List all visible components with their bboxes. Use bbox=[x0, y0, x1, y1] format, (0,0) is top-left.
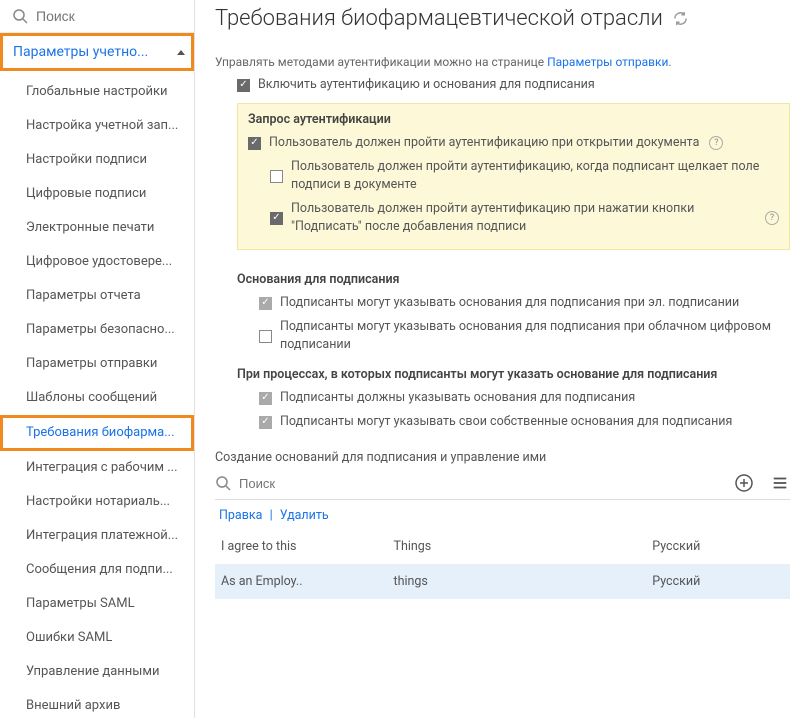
sidebar-item[interactable]: Настройки нотариаль... bbox=[0, 485, 194, 519]
sidebar-item[interactable]: Настройка учетной зап... bbox=[0, 109, 194, 143]
sidebar-item[interactable]: Управление данными bbox=[0, 655, 194, 689]
sidebar-item[interactable]: Внешний архив bbox=[0, 689, 194, 718]
sidebar-search[interactable] bbox=[0, 0, 194, 33]
checkbox-icon[interactable]: ✓ bbox=[248, 137, 261, 150]
sidebar-nav: Глобальные настройкиНастройка учетной за… bbox=[0, 71, 194, 718]
checkbox-icon[interactable] bbox=[259, 330, 272, 343]
intro-text: Управлять методами аутентификации можно … bbox=[215, 37, 790, 73]
chevron-up-icon bbox=[177, 50, 185, 55]
sidebar-item[interactable]: Интеграция платежной... bbox=[0, 519, 194, 553]
sidebar-item[interactable]: Параметры отчета bbox=[0, 279, 194, 313]
sidebar-item[interactable]: Требования биофарма... bbox=[0, 415, 194, 451]
sidebar-item[interactable]: Настройки подписи bbox=[0, 143, 194, 177]
sidebar-item[interactable]: Глобальные настройки bbox=[0, 75, 194, 109]
sidebar-search-input[interactable] bbox=[36, 8, 195, 24]
refresh-icon[interactable] bbox=[673, 11, 689, 27]
reasons-search-input[interactable] bbox=[239, 476, 415, 491]
reasons-title: Основания для подписания bbox=[215, 262, 790, 291]
help-icon[interactable]: ? bbox=[709, 136, 723, 150]
sidebar-section-header[interactable]: Параметры учетно... bbox=[0, 33, 194, 71]
sidebar: Параметры учетно... Глобальные настройки… bbox=[0, 0, 195, 718]
auth-title: Запрос аутентификации bbox=[248, 112, 779, 131]
table-cell: As an Employ.. bbox=[215, 564, 388, 599]
sidebar-item[interactable]: Электронные печати bbox=[0, 211, 194, 245]
sidebar-item[interactable]: Параметры безопасно... bbox=[0, 313, 194, 347]
sidebar-item[interactable]: Ошибки SAML bbox=[0, 621, 194, 655]
reasons-table: I agree to thisThingsРусскийAs an Employ… bbox=[215, 529, 790, 599]
enable-auth-label: Включить аутентификацию и основания для … bbox=[258, 76, 595, 94]
reasons-esign-row[interactable]: ✓ Подписанты могут указывать основания д… bbox=[215, 291, 790, 315]
checkbox-icon[interactable] bbox=[270, 170, 283, 183]
table-cell: I agree to this bbox=[215, 529, 388, 564]
reasons-mgmt-header: Создание оснований для подписания и упра… bbox=[215, 434, 790, 471]
table-cell: Русский bbox=[646, 529, 790, 564]
search-icon bbox=[215, 475, 231, 491]
enforce-custom-row[interactable]: ✓ Подписанты могут указывать свои собств… bbox=[215, 410, 790, 434]
table-row[interactable]: As an Employ..thingsРусский bbox=[215, 564, 790, 599]
edit-link[interactable]: Правка bbox=[219, 508, 262, 523]
reasons-toolbar bbox=[215, 471, 790, 500]
sidebar-item[interactable]: Интеграция с рабочим ... bbox=[0, 451, 194, 485]
enforce-required-row[interactable]: ✓ Подписанты должны указывать основания … bbox=[215, 386, 790, 410]
auth-field-click-row[interactable]: Пользователь должен пройти аутентификаци… bbox=[248, 155, 779, 197]
table-cell: Things bbox=[388, 529, 647, 564]
checkbox-icon[interactable]: ✓ bbox=[237, 79, 250, 92]
sidebar-item[interactable]: Цифровое удостовере... bbox=[0, 245, 194, 279]
sidebar-item[interactable]: Сообщения для подпи... bbox=[0, 553, 194, 587]
search-icon bbox=[12, 8, 28, 24]
reasons-cloud-row[interactable]: Подписанты могут указывать основания для… bbox=[215, 315, 790, 357]
sidebar-item[interactable]: Параметры отправки bbox=[0, 347, 194, 381]
add-reason-button[interactable] bbox=[734, 473, 754, 493]
auth-sign-click-row[interactable]: ✓ Пользователь должен пройти аутентифика… bbox=[248, 197, 779, 239]
sidebar-item[interactable]: Цифровые подписи bbox=[0, 177, 194, 211]
sidebar-item[interactable]: Шаблоны сообщений bbox=[0, 381, 194, 415]
auth-open-doc-row[interactable]: ✓ Пользователь должен пройти аутентифика… bbox=[248, 131, 779, 155]
auth-callout: Запрос аутентификации ✓ Пользователь дол… bbox=[237, 103, 790, 250]
menu-button[interactable] bbox=[770, 473, 790, 493]
table-row[interactable]: I agree to thisThingsРусский bbox=[215, 529, 790, 564]
table-cell: Русский bbox=[646, 564, 790, 599]
sidebar-section-label: Параметры учетно... bbox=[13, 44, 148, 60]
table-cell: things bbox=[388, 564, 647, 599]
checkbox-icon[interactable]: ✓ bbox=[259, 392, 272, 405]
table-actions: Правка | Удалить bbox=[215, 500, 790, 529]
checkbox-icon[interactable]: ✓ bbox=[270, 212, 283, 225]
checkbox-icon[interactable]: ✓ bbox=[259, 297, 272, 310]
checkbox-icon[interactable]: ✓ bbox=[259, 416, 272, 429]
sending-settings-link[interactable]: Параметры отправки bbox=[547, 55, 668, 69]
sidebar-item[interactable]: Параметры SAML bbox=[0, 587, 194, 621]
enable-auth-row[interactable]: ✓ Включить аутентификацию и основания дл… bbox=[215, 73, 790, 97]
help-icon[interactable]: ? bbox=[765, 211, 779, 225]
delete-link[interactable]: Удалить bbox=[280, 508, 329, 523]
main-content: Требования биофармацевтической отрасли У… bbox=[195, 0, 800, 718]
page-title: Требования биофармацевтической отрасли bbox=[215, 6, 663, 31]
enforce-title: При процессах, в которых подписанты могу… bbox=[215, 357, 790, 386]
